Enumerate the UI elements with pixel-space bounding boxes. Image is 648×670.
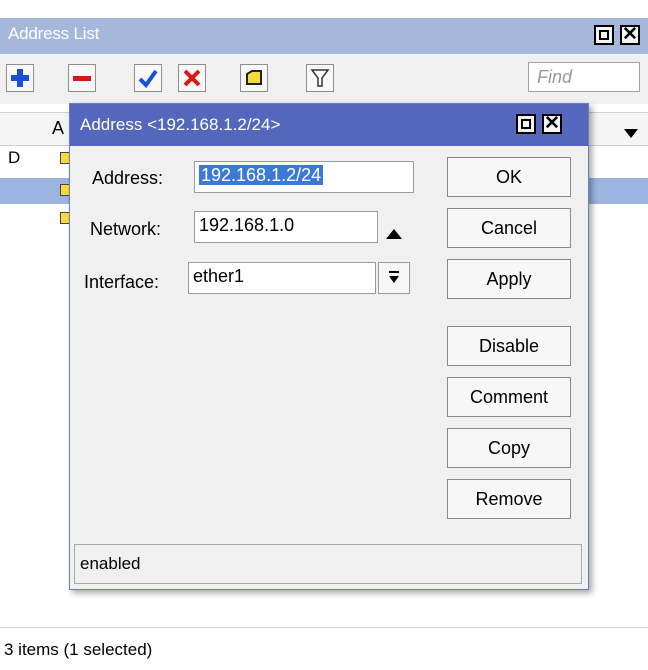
minus-icon	[72, 68, 92, 88]
chevron-down-icon[interactable]	[624, 123, 638, 144]
cancel-button[interactable]: Cancel	[447, 208, 571, 248]
network-input[interactable]: 192.168.1.0	[194, 211, 378, 243]
restore-window-button[interactable]	[594, 25, 614, 45]
row-flag: D	[8, 148, 21, 167]
cross-icon	[182, 68, 202, 88]
plus-icon	[10, 68, 30, 88]
status-divider	[0, 627, 648, 628]
close-icon: ✕	[544, 113, 560, 134]
find-input[interactable]	[528, 62, 640, 92]
comment-toolbar-button[interactable]	[240, 64, 268, 92]
dropdown-arrow-icon	[388, 271, 400, 285]
address-value: 192.168.1.2/24	[199, 165, 324, 185]
column-header-address[interactable]: A	[52, 118, 64, 139]
enable-button[interactable]	[134, 64, 162, 92]
dialog-status-bar: enabled	[74, 544, 582, 584]
disable-toolbar-button[interactable]	[178, 64, 206, 92]
triangle-up-icon[interactable]	[386, 223, 402, 244]
status-text: enabled	[80, 554, 141, 573]
disable-button[interactable]: Disable	[447, 326, 571, 366]
dialog-titlebar[interactable]: Address <192.168.1.2/24>	[70, 104, 588, 146]
remove-item-button[interactable]	[68, 64, 96, 92]
network-value: 192.168.1.0	[199, 215, 295, 235]
window-title: Address List	[8, 24, 100, 43]
close-icon: ✕	[622, 24, 638, 45]
close-window-button[interactable]: ✕	[620, 24, 640, 45]
dialog-close-button[interactable]: ✕	[542, 113, 562, 134]
filter-icon	[310, 68, 330, 88]
dialog-title: Address <192.168.1.2/24>	[80, 115, 281, 134]
interface-label: Interface:	[84, 272, 160, 292]
toolbar	[0, 54, 648, 104]
comment-button[interactable]: Comment	[447, 377, 571, 417]
note-icon	[244, 68, 264, 88]
network-label: Network:	[90, 219, 162, 239]
interface-select[interactable]: ether1	[188, 262, 376, 294]
dialog-restore-button[interactable]	[516, 114, 536, 134]
ok-button[interactable]: OK	[447, 157, 571, 197]
address-input[interactable]: 192.168.1.2/24	[194, 161, 414, 193]
apply-button[interactable]: Apply	[447, 259, 571, 299]
filter-button[interactable]	[306, 64, 334, 92]
item-count-status: 3 items (1 selected)	[4, 640, 153, 659]
interface-value: ether1	[193, 266, 245, 286]
add-button[interactable]	[6, 64, 34, 92]
address-list-titlebar[interactable]: Address List	[0, 18, 648, 54]
check-icon	[138, 68, 158, 88]
remove-button[interactable]: Remove	[447, 479, 571, 519]
address-dialog: Address <192.168.1.2/24> ✕ Address: 192.…	[69, 103, 589, 590]
interface-dropdown-button[interactable]	[378, 262, 410, 294]
copy-button[interactable]: Copy	[447, 428, 571, 468]
address-label: Address:	[92, 168, 164, 188]
